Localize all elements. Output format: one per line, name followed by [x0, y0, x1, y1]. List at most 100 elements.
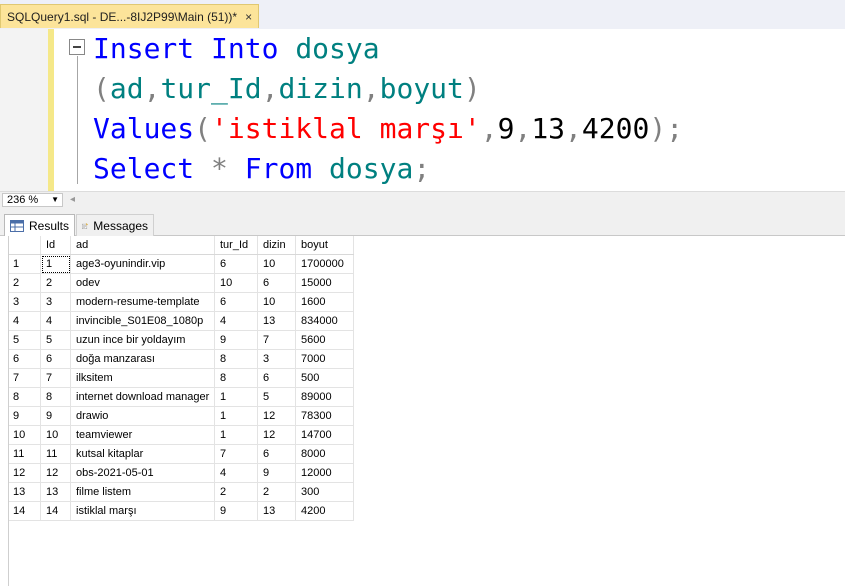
grid-cell[interactable]: 834000 [295, 311, 354, 331]
results-grid[interactable]: Id ad tur_Id dizin boyut 1 1 age3-oyunindi… [8, 236, 354, 521]
table-row[interactable]: 12 12 obs-2021-05-01 4 9 12000 [8, 463, 354, 483]
grid-cell[interactable]: 78300 [295, 406, 354, 426]
grid-cell[interactable]: 6 [214, 292, 258, 312]
grid-cell[interactable]: 5600 [295, 330, 354, 350]
grid-cell[interactable]: 89000 [295, 387, 354, 407]
zoom-select[interactable]: 236 % ▼ [2, 193, 63, 207]
grid-cell[interactable]: 7 [40, 368, 71, 388]
column-header-ad[interactable]: ad [70, 236, 215, 255]
grid-cell[interactable]: invincible_S01E08_1080p [70, 311, 215, 331]
query-editor[interactable]: Insert Into dosya (ad,tur_Id,dizin,boyut… [0, 29, 845, 191]
row-number-cell[interactable]: 11 [8, 444, 41, 464]
table-row[interactable]: 8 8 internet download manager 1 5 89000 [8, 387, 354, 407]
table-row[interactable]: 1 1 age3-oyunindir.vip 6 10 1700000 [8, 254, 354, 274]
grid-cell[interactable]: odev [70, 273, 215, 293]
grid-cell[interactable]: 9 [257, 463, 296, 483]
grid-cell[interactable]: modern-resume-template [70, 292, 215, 312]
grid-cell[interactable]: kutsal kitaplar [70, 444, 215, 464]
row-number-header[interactable] [8, 236, 41, 255]
column-header-tur-id[interactable]: tur_Id [214, 236, 258, 255]
close-tab-icon[interactable]: × [245, 10, 252, 24]
table-row[interactable]: 11 11 kutsal kitaplar 7 6 8000 [8, 444, 354, 464]
grid-cell[interactable]: 4 [214, 463, 258, 483]
table-row[interactable]: 7 7 ilksitem 8 6 500 [8, 368, 354, 388]
column-header-id[interactable]: Id [40, 236, 71, 255]
grid-cell[interactable]: obs-2021-05-01 [70, 463, 215, 483]
grid-cell[interactable]: internet download manager [70, 387, 215, 407]
grid-cell[interactable]: 300 [295, 482, 354, 502]
grid-cell[interactable]: 4 [214, 311, 258, 331]
grid-cell[interactable]: 3 [257, 349, 296, 369]
column-header-boyut[interactable]: boyut [295, 236, 354, 255]
row-number-cell[interactable]: 10 [8, 425, 41, 445]
row-number-cell[interactable]: 3 [8, 292, 41, 312]
grid-cell[interactable]: 13 [40, 482, 71, 502]
row-number-cell[interactable]: 5 [8, 330, 41, 350]
grid-cell[interactable]: 9 [40, 406, 71, 426]
grid-cell[interactable]: 5 [40, 330, 71, 350]
grid-cell[interactable]: 11 [40, 444, 71, 464]
grid-cell[interactable]: 8 [214, 368, 258, 388]
grid-cell[interactable]: 8000 [295, 444, 354, 464]
grid-cell[interactable]: teamviewer [70, 425, 215, 445]
grid-cell[interactable]: age3-oyunindir.vip [70, 254, 215, 274]
table-row[interactable]: 6 6 doğa manzarası 8 3 7000 [8, 349, 354, 369]
row-number-cell[interactable]: 1 [8, 254, 41, 274]
grid-cell[interactable]: 1 [214, 425, 258, 445]
table-row[interactable]: 5 5 uzun ince bir yoldayım 9 7 5600 [8, 330, 354, 350]
grid-cell[interactable]: 12000 [295, 463, 354, 483]
grid-cell[interactable]: 7 [214, 444, 258, 464]
row-number-cell[interactable]: 14 [8, 501, 41, 521]
grid-cell[interactable]: 4200 [295, 501, 354, 521]
table-row[interactable]: 2 2 odev 10 6 15000 [8, 273, 354, 293]
grid-cell[interactable]: 1600 [295, 292, 354, 312]
row-number-cell[interactable]: 12 [8, 463, 41, 483]
tab-results[interactable]: Results [4, 214, 75, 236]
table-row[interactable]: 10 10 teamviewer 1 12 14700 [8, 425, 354, 445]
grid-cell[interactable]: 6 [40, 349, 71, 369]
grid-cell[interactable]: filme listem [70, 482, 215, 502]
grid-cell[interactable]: 1 [214, 387, 258, 407]
collapse-outline-icon[interactable] [69, 39, 85, 55]
table-row[interactable]: 13 13 filme listem 2 2 300 [8, 482, 354, 502]
row-number-cell[interactable]: 2 [8, 273, 41, 293]
row-number-cell[interactable]: 6 [8, 349, 41, 369]
grid-cell[interactable]: 2 [214, 482, 258, 502]
grid-cell[interactable]: 2 [40, 273, 71, 293]
grid-cell[interactable]: 9 [214, 330, 258, 350]
grid-cell[interactable]: uzun ince bir yoldayım [70, 330, 215, 350]
grid-cell[interactable]: ilksitem [70, 368, 215, 388]
grid-cell[interactable]: 6 [214, 254, 258, 274]
tab-messages[interactable]: Messages [76, 214, 154, 236]
document-tab-sqlquery1[interactable]: SQLQuery1.sql - DE...-8IJ2P99\Main (51))… [0, 4, 260, 28]
grid-cell[interactable]: 6 [257, 273, 296, 293]
table-row[interactable]: 14 14 istiklal marşı 9 13 4200 [8, 501, 354, 521]
grid-cell[interactable]: 6 [257, 368, 296, 388]
grid-cell[interactable]: 1700000 [295, 254, 354, 274]
grid-cell[interactable]: 15000 [295, 273, 354, 293]
table-row[interactable]: 3 3 modern-resume-template 6 10 1600 [8, 292, 354, 312]
grid-cell[interactable]: 9 [214, 501, 258, 521]
grid-cell[interactable]: doğa manzarası [70, 349, 215, 369]
grid-cell[interactable]: 14 [40, 501, 71, 521]
table-row[interactable]: 4 4 invincible_S01E08_1080p 4 13 834000 [8, 311, 354, 331]
grid-cell[interactable]: 13 [257, 501, 296, 521]
grid-cell[interactable]: 8 [40, 387, 71, 407]
grid-cell[interactable]: 10 [214, 273, 258, 293]
row-number-cell[interactable]: 9 [8, 406, 41, 426]
grid-cell[interactable]: 10 [257, 254, 296, 274]
grid-cell[interactable]: 12 [40, 463, 71, 483]
grid-cell[interactable]: 13 [257, 311, 296, 331]
row-number-cell[interactable]: 4 [8, 311, 41, 331]
grid-cell[interactable]: 4 [40, 311, 71, 331]
scroll-left-arrow-icon[interactable]: ◂ [70, 194, 75, 205]
grid-cell[interactable]: 10 [257, 292, 296, 312]
grid-cell[interactable]: 12 [257, 406, 296, 426]
row-number-cell[interactable]: 7 [8, 368, 41, 388]
row-number-cell[interactable]: 13 [8, 482, 41, 502]
grid-cell[interactable]: 5 [257, 387, 296, 407]
grid-cell[interactable]: 2 [257, 482, 296, 502]
grid-cell[interactable]: 8 [214, 349, 258, 369]
column-header-dizin[interactable]: dizin [257, 236, 296, 255]
grid-cell[interactable]: 14700 [295, 425, 354, 445]
